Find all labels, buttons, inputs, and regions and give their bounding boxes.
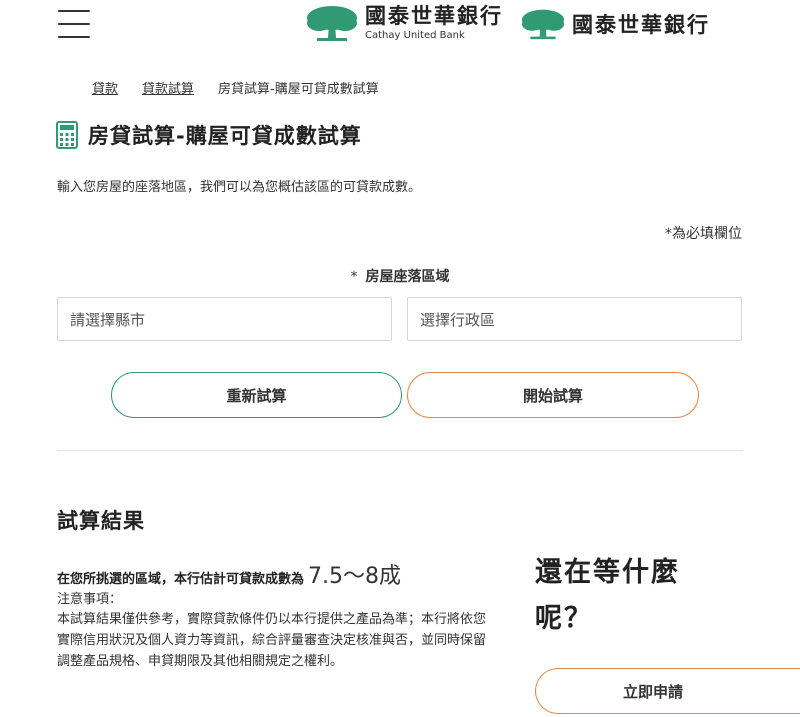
breadcrumb-item-current: 房貸試算-購屋可貸成數試算 — [218, 82, 379, 97]
divider — [57, 450, 743, 451]
hamburger-menu-icon[interactable] — [58, 10, 90, 38]
result-prefix: 在您所挑選的區域，本行估計可貸款成數為 — [57, 572, 305, 587]
menu-line — [58, 10, 90, 12]
notes-body: 本試算結果僅供參考，實際貸款條件仍以本行提供之產品為準；本行將依您實際信用狀況及… — [57, 612, 487, 669]
city-select[interactable]: 請選擇縣市 — [57, 297, 392, 341]
logo-name: 國泰世華銀行 — [572, 13, 710, 37]
logo-subtitle: Cathay United Bank — [365, 30, 465, 41]
apply-now-button[interactable]: 立即申請 — [535, 668, 800, 714]
bank-logo-secondary[interactable]: 國泰世華銀行 — [520, 8, 710, 40]
field-label-text: 房屋座落區域 — [365, 269, 450, 285]
menu-line — [58, 36, 90, 38]
menu-line — [58, 23, 90, 25]
reset-button[interactable]: 重新試算 — [111, 372, 402, 418]
breadcrumb-item-loans[interactable]: 貸款 — [92, 78, 118, 97]
breadcrumb: 貸款 貸款試算 房貸試算-購屋可貸成數試算 — [92, 78, 379, 97]
calculator-icon — [56, 121, 78, 149]
notes-label: 注意事項： — [57, 592, 123, 607]
start-calculation-button[interactable]: 開始試算 — [407, 372, 699, 418]
logo-text: 國泰世華銀行 Cathay United Bank — [365, 4, 503, 42]
breadcrumb-item-loan-calculator[interactable]: 貸款試算 — [142, 78, 194, 97]
result-line: 在您所挑選的區域，本行估計可貸款成數為 7.5～8成 — [57, 558, 401, 590]
logo-text: 國泰世華銀行 — [572, 9, 710, 39]
page: 國泰世華銀行 Cathay United Bank 國泰世華銀行 貸款 貸款試算… — [0, 0, 800, 717]
logo-name: 國泰世華銀行 — [365, 4, 503, 28]
tree-logo-icon — [307, 6, 357, 41]
result-value: 7.5～8成 — [308, 564, 402, 589]
district-select[interactable]: 選擇行政區 — [407, 297, 742, 341]
cta-title: 還在等什麼呢？ — [535, 557, 680, 634]
bank-logo[interactable]: 國泰世華銀行 Cathay United Bank — [305, 4, 503, 42]
tree-logo-icon — [521, 9, 565, 40]
field-label-property-area: * 房屋座落區域 — [0, 266, 800, 286]
result-title: 試算結果 — [57, 509, 145, 533]
required-star: * — [350, 269, 358, 285]
page-title: 房貸試算-購屋可貸成數試算 — [88, 124, 362, 148]
required-field-note: *為必填欄位 — [665, 226, 742, 242]
title-row: 房貸試算-購屋可貸成數試算 — [56, 120, 362, 150]
page-description: 輸入您房屋的座落地區，我們可以為您概估該區的可貸款成數。 — [57, 180, 422, 195]
